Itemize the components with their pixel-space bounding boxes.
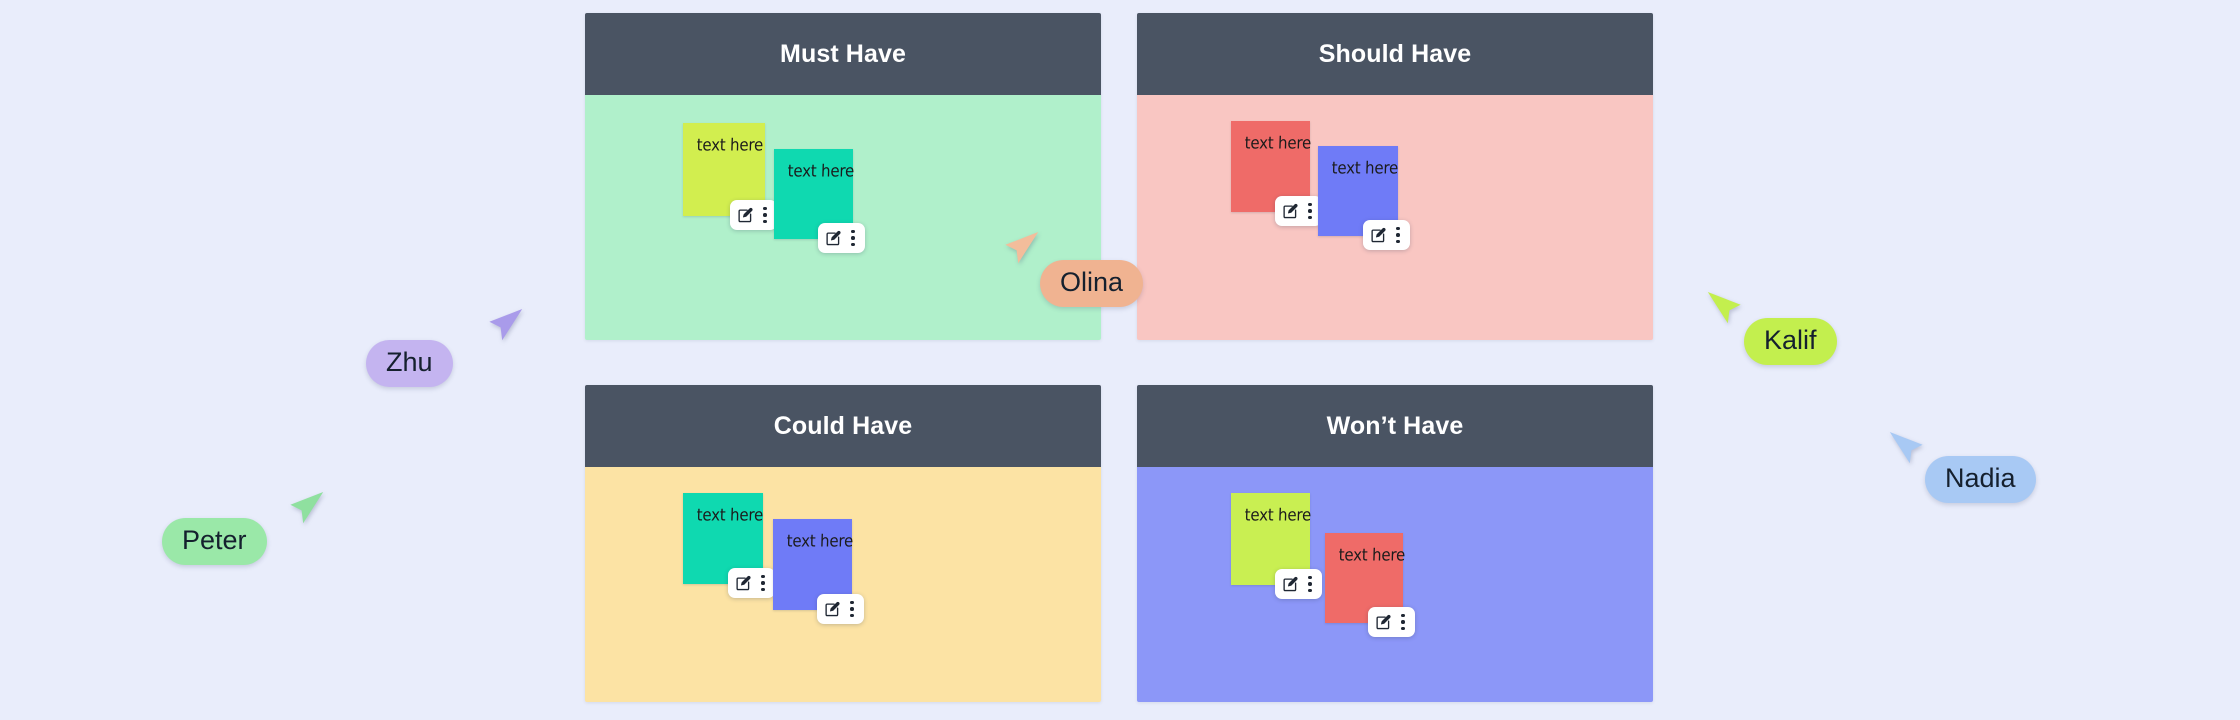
more-vertical-icon[interactable]: [1306, 575, 1314, 593]
edit-square-pencil-icon[interactable]: [824, 601, 841, 618]
sticky-note-toolbar[interactable]: [1275, 196, 1322, 226]
moscow-board: Must Have text here text here Should Have te…: [585, 13, 1653, 702]
quadrant-wont-have[interactable]: Won’t Have text here text here: [1137, 385, 1653, 702]
cursor-label-peter: Peter: [162, 518, 267, 565]
sticky-note[interactable]: text here: [1231, 493, 1322, 599]
quadrant-body-wont-have[interactable]: text here text here: [1137, 467, 1653, 702]
quadrant-title-should-have: Should Have: [1137, 13, 1653, 95]
sticky-note[interactable]: text here: [683, 123, 777, 230]
cursor-label-nadia: Nadia: [1925, 456, 2036, 503]
cursor-arrow-icon: [489, 309, 523, 341]
edit-square-pencil-icon[interactable]: [737, 207, 754, 224]
sticky-note-text: text here: [1331, 158, 1399, 179]
quadrant-title-must-have: Must Have: [585, 13, 1101, 95]
edit-square-pencil-icon[interactable]: [735, 575, 752, 592]
sticky-note-toolbar[interactable]: [730, 200, 777, 230]
more-vertical-icon[interactable]: [1394, 226, 1402, 244]
sticky-note[interactable]: text here: [774, 149, 865, 253]
more-vertical-icon[interactable]: [1306, 202, 1314, 220]
sticky-note-toolbar[interactable]: [817, 594, 864, 624]
sticky-note-text: text here: [1244, 505, 1312, 526]
sticky-note-text: text here: [786, 531, 854, 552]
sticky-note-text: text here: [696, 505, 764, 526]
cursor-arrow-icon: [1707, 292, 1741, 324]
sticky-note[interactable]: text here: [683, 493, 775, 598]
sticky-note-toolbar[interactable]: [728, 568, 775, 598]
sticky-note[interactable]: text here: [773, 519, 864, 624]
sticky-note-text: text here: [787, 161, 855, 182]
quadrant-body-could-have[interactable]: text here text here: [585, 467, 1101, 702]
more-vertical-icon[interactable]: [849, 229, 857, 247]
sticky-note-toolbar[interactable]: [1363, 220, 1410, 250]
quadrant-title-could-have: Could Have: [585, 385, 1101, 467]
quadrant-must-have[interactable]: Must Have text here text here: [585, 13, 1101, 340]
cursor-arrow-icon: [1005, 232, 1039, 264]
quadrant-title-wont-have: Won’t Have: [1137, 385, 1653, 467]
sticky-note-toolbar[interactable]: [818, 223, 865, 253]
quadrant-body-must-have[interactable]: text here text here: [585, 95, 1101, 340]
edit-square-pencil-icon[interactable]: [1282, 576, 1299, 593]
edit-square-pencil-icon[interactable]: [1375, 614, 1392, 631]
more-vertical-icon[interactable]: [761, 206, 769, 224]
cursor-arrow-icon: [290, 492, 324, 524]
edit-square-pencil-icon[interactable]: [1370, 227, 1387, 244]
sticky-note-toolbar[interactable]: [1368, 607, 1415, 637]
cursor-label-zhu: Zhu: [366, 340, 453, 387]
cursor-label-olina: Olina: [1040, 260, 1144, 307]
sticky-note[interactable]: text here: [1231, 121, 1322, 226]
quadrant-could-have[interactable]: Could Have text here text here: [585, 385, 1101, 702]
quadrant-body-should-have[interactable]: text here text here: [1137, 95, 1653, 340]
sticky-note[interactable]: text here: [1325, 533, 1415, 637]
sticky-note-text: text here: [696, 135, 764, 156]
sticky-note-toolbar[interactable]: [1275, 569, 1322, 599]
edit-square-pencil-icon[interactable]: [1282, 203, 1299, 220]
cursor-arrow-icon: [1889, 432, 1923, 464]
sticky-note-text: text here: [1244, 133, 1312, 154]
more-vertical-icon[interactable]: [848, 600, 856, 618]
more-vertical-icon[interactable]: [1399, 613, 1407, 631]
edit-square-pencil-icon[interactable]: [825, 230, 842, 247]
sticky-note[interactable]: text here: [1318, 146, 1410, 250]
quadrant-should-have[interactable]: Should Have text here text here: [1137, 13, 1653, 340]
sticky-note-text: text here: [1338, 545, 1406, 566]
more-vertical-icon[interactable]: [759, 574, 767, 592]
cursor-label-kalif: Kalif: [1744, 318, 1837, 365]
